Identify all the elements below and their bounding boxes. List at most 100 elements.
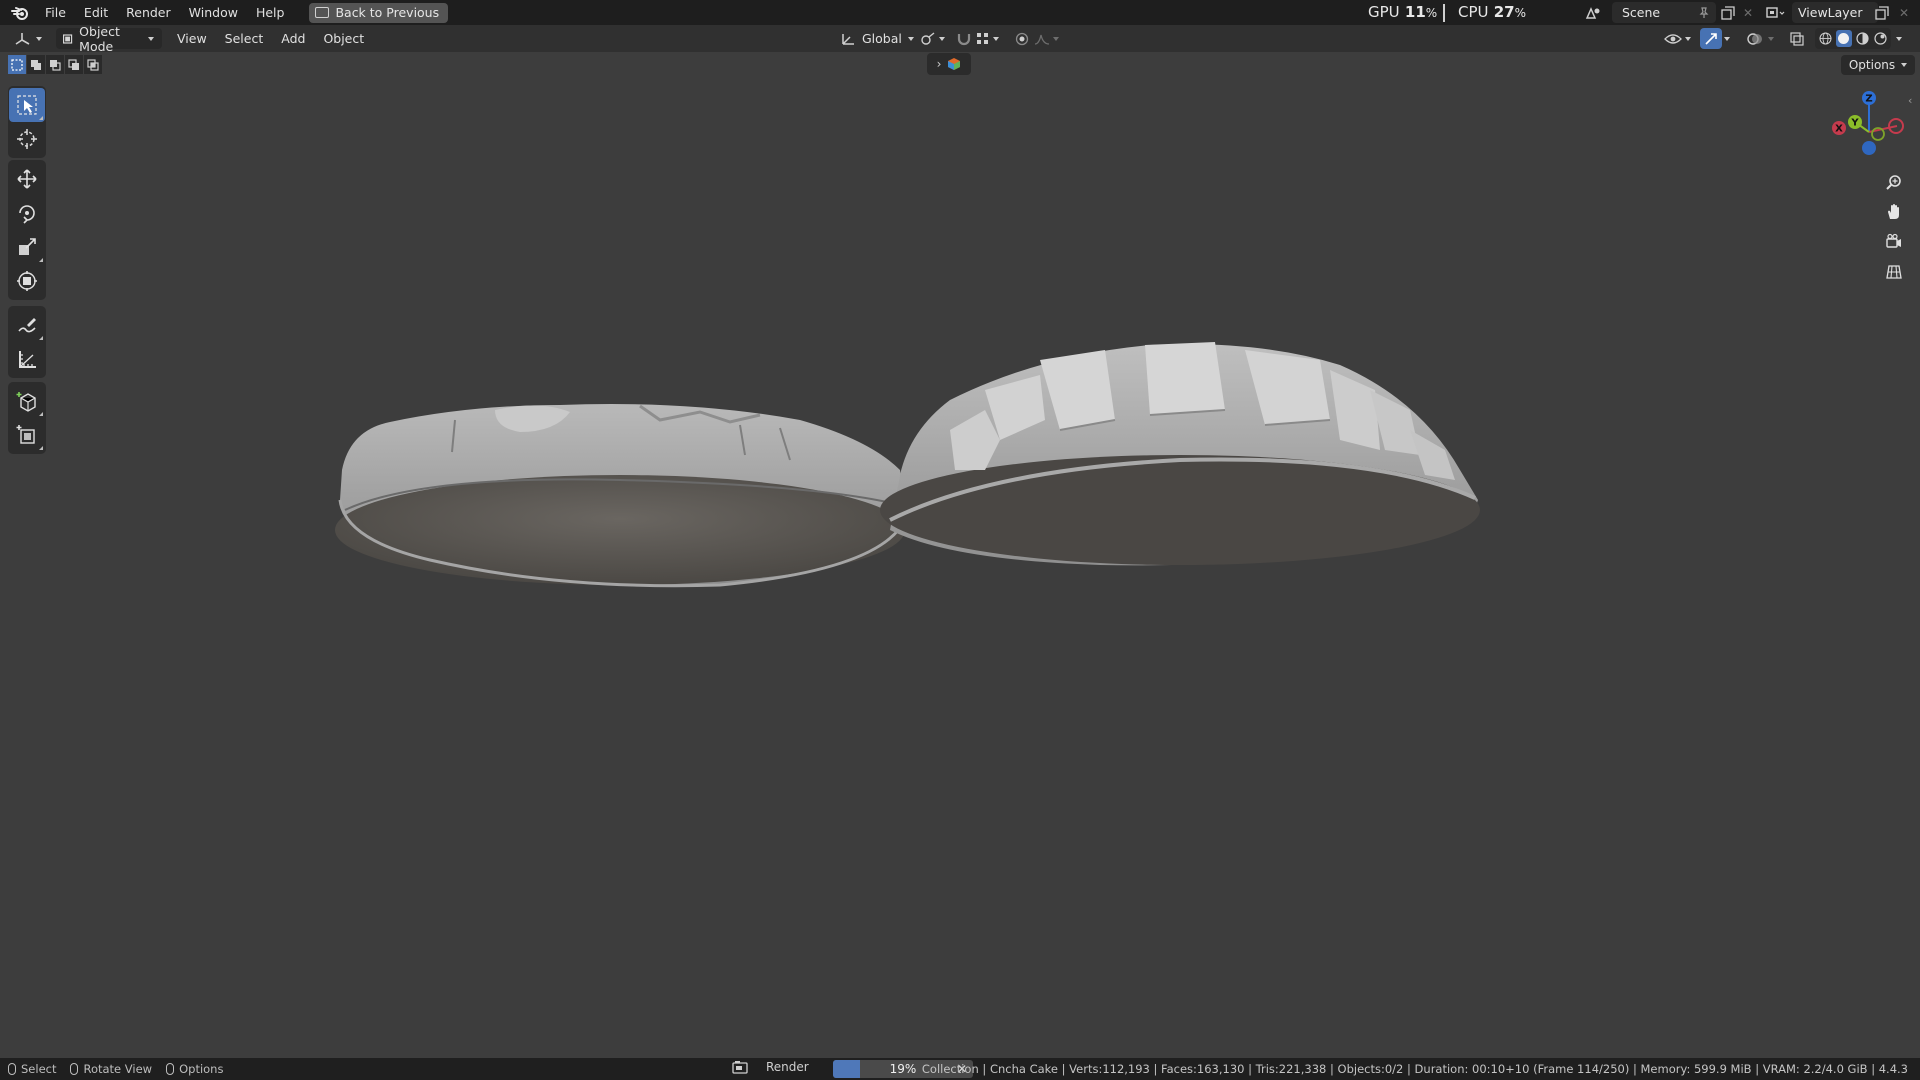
xray-icon [1790, 31, 1804, 46]
add-cube-tool[interactable] [9, 384, 45, 418]
chevron-down-icon [36, 36, 42, 41]
snap-toggle[interactable] [956, 28, 972, 49]
select-subtract-icon [50, 59, 61, 71]
header-menu-view[interactable]: View [168, 31, 216, 46]
overlay-dropdown[interactable] [1768, 28, 1774, 49]
annotate-tool[interactable] [9, 308, 45, 342]
header-menu-add[interactable]: Add [272, 31, 314, 46]
gpu-value: 11 [1404, 3, 1426, 21]
proportional-falloff-dropdown[interactable] [1034, 28, 1059, 49]
status-hint-select-label: Select [21, 1062, 57, 1076]
header-menu-object[interactable]: Object [314, 31, 373, 46]
delete-view-layer-button[interactable]: ✕ [1894, 3, 1914, 22]
tool-options-indicator [39, 336, 43, 340]
overlay-toggle[interactable] [1746, 28, 1764, 49]
delete-scene-button[interactable]: ✕ [1738, 3, 1758, 22]
falloff-curve-icon [1034, 34, 1050, 45]
tool-options-indicator [39, 412, 43, 416]
viewport-options-dropdown[interactable]: Options [1841, 55, 1915, 75]
select-intersect-icon [87, 58, 99, 71]
scene-selector-button[interactable] [1584, 3, 1604, 22]
zoom-icon [1886, 175, 1901, 190]
view-layer-name-field[interactable]: ViewLayer [1792, 2, 1878, 23]
back-to-previous-button[interactable]: Back to Previous [309, 2, 449, 23]
status-hint-select: Select [8, 1062, 56, 1076]
menu-render[interactable]: Render [117, 0, 180, 25]
gizmo-dropdown[interactable] [1724, 28, 1730, 49]
move-tool[interactable] [9, 162, 45, 196]
viewport-header: Object Mode View Select Add Object Globa… [0, 24, 1920, 54]
new-scene-button[interactable] [1718, 3, 1738, 22]
rendered-shading-button[interactable] [1873, 30, 1890, 47]
grid-perspective-icon [1886, 265, 1902, 279]
pin-icon[interactable] [1698, 6, 1710, 19]
menu-help[interactable]: Help [247, 0, 294, 25]
blender-logo-icon[interactable] [10, 3, 30, 23]
solid-sphere-icon [1838, 33, 1850, 44]
select-box-tool[interactable] [9, 88, 45, 122]
header-menu-select[interactable]: Select [216, 31, 273, 46]
chevron-right-icon: › [936, 57, 942, 71]
wireframe-shading-button[interactable] [1817, 30, 1834, 47]
new-view-layer-button[interactable] [1872, 3, 1892, 22]
tool-group-add [8, 382, 46, 454]
perspective-toggle-button[interactable] [1880, 258, 1908, 286]
view-layer-selector-button[interactable] [1762, 3, 1790, 22]
visibility-dropdown[interactable] [1664, 28, 1691, 49]
tool-group-transform [8, 160, 46, 300]
select-extend-button[interactable] [27, 55, 45, 74]
status-hint-options: Options [166, 1062, 223, 1076]
transform-orientation-dropdown[interactable]: Global [836, 28, 918, 49]
select-new-button[interactable] [8, 55, 26, 74]
camera-icon [1886, 233, 1901, 248]
tool-options-indicator [39, 116, 43, 120]
editor-type-button[interactable] [10, 28, 46, 49]
header-collapse-tab[interactable]: › [927, 53, 971, 75]
tool-options-indicator [39, 446, 43, 450]
camera-view-button[interactable] [1880, 228, 1908, 256]
snap-target-dropdown[interactable] [976, 28, 999, 49]
xray-toggle[interactable] [1790, 28, 1804, 49]
shading-options-dropdown[interactable] [1896, 28, 1902, 49]
pivot-point-dropdown[interactable] [920, 28, 945, 49]
select-intersect-button[interactable] [84, 55, 102, 74]
gpu-label: GPU [1368, 3, 1400, 21]
select-invert-button[interactable] [65, 55, 83, 74]
scale-tool[interactable] [9, 230, 45, 264]
3d-viewport[interactable]: Z Y X ‹ [0, 52, 1920, 1058]
navigation-gizmo[interactable]: Z Y X [1824, 82, 1914, 172]
proportional-editing-toggle[interactable] [1014, 28, 1030, 49]
cursor-tool[interactable] [9, 122, 45, 156]
transform-tool[interactable] [9, 264, 45, 298]
gpu-usage: GPU 11% [1368, 3, 1437, 21]
gizmo-toggle[interactable] [1700, 28, 1722, 49]
menu-window[interactable]: Window [180, 0, 247, 25]
pan-view-button[interactable] [1880, 198, 1908, 226]
sidebar-expand-icon[interactable]: ‹ [1908, 94, 1912, 107]
shading-mode-group [1815, 28, 1891, 49]
solid-shading-button[interactable] [1835, 30, 1852, 47]
material-shading-button[interactable] [1854, 30, 1871, 47]
gpu-unit: % [1425, 6, 1438, 20]
negative-z-axis-handle[interactable] [1862, 141, 1876, 155]
measure-icon [19, 351, 36, 368]
eye-icon [1664, 33, 1682, 44]
menu-file[interactable]: File [36, 0, 75, 25]
object-mode-icon [62, 33, 73, 44]
mouse-middle-icon [70, 1063, 79, 1075]
zoom-view-button[interactable] [1880, 168, 1908, 196]
scene-name-field[interactable]: Scene [1612, 2, 1716, 23]
rotate-tool[interactable] [9, 196, 45, 230]
select-subtract-button[interactable] [46, 55, 64, 74]
render-job-label: Render [766, 1060, 809, 1074]
wireframe-sphere-icon [1819, 32, 1832, 45]
add-object-icon [16, 425, 35, 444]
tool-group-select [8, 86, 46, 158]
chevron-down-icon [993, 36, 999, 41]
measure-tool[interactable] [9, 342, 45, 376]
menu-edit[interactable]: Edit [75, 0, 117, 25]
gizmo-z-label: Z [1865, 94, 1872, 105]
object-mode-dropdown[interactable]: Object Mode [56, 24, 162, 54]
status-hint-rotate-label: Rotate View [83, 1062, 153, 1076]
add-object-tool[interactable] [9, 418, 45, 452]
